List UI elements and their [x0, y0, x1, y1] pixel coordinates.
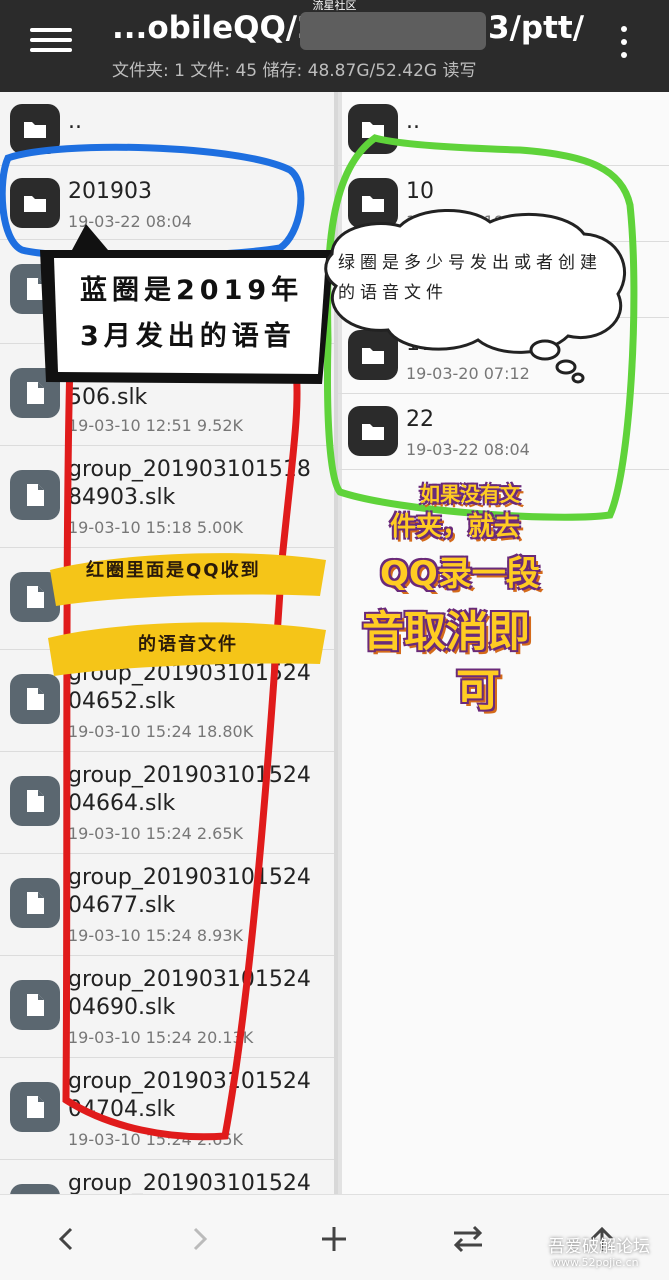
item-name-line1: group_201903101518 [68, 457, 311, 482]
list-item[interactable]: group_201903101524 04690.slk 19-03-10 15… [0, 956, 334, 1058]
file-icon [10, 1082, 60, 1132]
back-icon[interactable] [44, 1217, 88, 1261]
item-name-line1: group_201903101524 [68, 661, 311, 686]
folder-icon [10, 104, 60, 154]
file-icon [10, 878, 60, 928]
list-item[interactable]: group_201903101518 84903.slk 19-03-10 15… [0, 446, 334, 548]
tip-line-5: 可 [456, 665, 500, 716]
item-name: 506.slk [68, 385, 148, 410]
watermark-top: 流星社区 [312, 0, 357, 12]
list-item-parent-dir[interactable]: .. [338, 92, 669, 166]
item-name-line2: 04652.slk [68, 689, 176, 714]
item-meta: 19-03-12 19:49 [406, 212, 530, 231]
folder-icon [348, 178, 398, 228]
list-item-folder-22[interactable]: 22 19-03-22 08:04 [338, 394, 669, 470]
swap-panes-icon[interactable] [446, 1217, 490, 1261]
list-item-folder-10[interactable]: 10 19-03-12 19:49 [338, 166, 669, 242]
item-meta: 19-03-10 15:24 2.65K [68, 824, 244, 843]
item-name-line2: 84903.slk [68, 485, 176, 510]
green-cloud-text: 绿圈是多少号发出或者创建的语音文件 [338, 253, 602, 303]
more-options-icon[interactable] [616, 24, 632, 60]
red-label-line1: 红圈里面是QQ收到 [86, 560, 261, 581]
tip-line-3: QQ录一段 [380, 554, 540, 594]
folder-icon [348, 104, 398, 154]
item-name: .. [68, 109, 82, 134]
red-label-line2: 的语音文件 [138, 634, 238, 655]
item-name-line2: 04690.slk [68, 995, 176, 1020]
list-item[interactable]: group_201903101524 [0, 1160, 334, 1194]
watermark-bottom: 吾爱破解论坛 [548, 1237, 650, 1257]
item-name-line1: group_201903101524 [68, 1069, 311, 1094]
item-name: 17 [406, 331, 434, 356]
item-name-line2: 04704.slk [68, 1097, 176, 1122]
list-item-folder-201903[interactable]: 201903 19-03-22 08:04 [0, 166, 334, 240]
item-name: .. [406, 109, 420, 134]
tip-line-2: 件夹，就去 [390, 512, 521, 542]
watermark-url: www.52pojie.cn [552, 1256, 639, 1269]
item-meta: 19-03-10 12:51 9.52K [68, 416, 244, 435]
tip-line-4: 音取消即 [362, 607, 531, 656]
file-icon [10, 776, 60, 826]
item-name: 10 [406, 179, 434, 204]
file-icon [10, 264, 60, 314]
folder-icon [10, 178, 60, 228]
item-name: 22 [406, 407, 434, 432]
item-meta: 19-03-22 08:04 [68, 212, 192, 231]
item-name: 201903 [68, 179, 152, 204]
list-item[interactable]: group_201903101524 04704.slk 19-03-10 15… [0, 1058, 334, 1160]
item-name-line2: 04677.slk [68, 893, 176, 918]
item-name-line1: group_201903101524 [68, 967, 311, 992]
list-item[interactable]: group_201903101524 04664.slk 19-03-10 15… [0, 752, 334, 854]
folder-icon [348, 330, 398, 380]
menu-icon[interactable] [30, 26, 74, 54]
path-title-start: ...obileQQ/2 [112, 10, 319, 46]
list-item[interactable]: group_201903101524 04677.slk 19-03-10 15… [0, 854, 334, 956]
list-item-folder-17[interactable]: 17 19-03-20 07:12 [338, 318, 669, 394]
item-meta: 19-03-10 15:24 20.13K [68, 1028, 254, 1047]
item-meta: 19-03-10 15:24 2.65K [68, 1130, 244, 1149]
path-title-end: 3/ptt/ [488, 10, 585, 46]
path-stats: 文件夹: 1 文件: 45 储存: 48.87G/52.42G 读写 [112, 61, 477, 81]
item-meta: 19-03-10 15:24 8.93K [68, 926, 244, 945]
file-icon [10, 470, 60, 520]
file-icon [10, 674, 60, 724]
list-item[interactable]: group_201903101524 04652.slk 19-03-10 15… [0, 650, 334, 752]
item-meta: 19-03-10 15:24 18.80K [68, 722, 254, 741]
file-icon [10, 368, 60, 418]
forward-icon[interactable] [178, 1217, 222, 1261]
item-name-line1: group_201903101524 [68, 865, 311, 890]
item-name-line2: 04664.slk [68, 791, 176, 816]
item-name-line1: group_201903101524 [68, 763, 311, 788]
folder-icon [348, 406, 398, 456]
file-icon [10, 980, 60, 1030]
item-meta: 19-03-20 07:12 [406, 364, 530, 383]
file-icon [10, 572, 60, 622]
app-bar: ...obileQQ/2 3/ptt/ 文件夹: 1 文件: 45 储存: 48… [0, 0, 669, 92]
path-redaction-blur [300, 12, 486, 50]
item-name-line1: group_201903101524 [68, 1171, 311, 1194]
add-icon[interactable] [312, 1217, 356, 1261]
item-meta: 19-03-10 15:18 5.00K [68, 518, 244, 537]
tip-line-1: 如果没有文 [420, 482, 520, 506]
item-meta: 19-03-22 08:04 [406, 440, 530, 459]
list-item-parent-dir[interactable]: .. [0, 92, 334, 166]
file-icon [10, 1184, 60, 1194]
blue-callout-text: 蓝圈是2019年3月发出的语音 [80, 275, 304, 352]
